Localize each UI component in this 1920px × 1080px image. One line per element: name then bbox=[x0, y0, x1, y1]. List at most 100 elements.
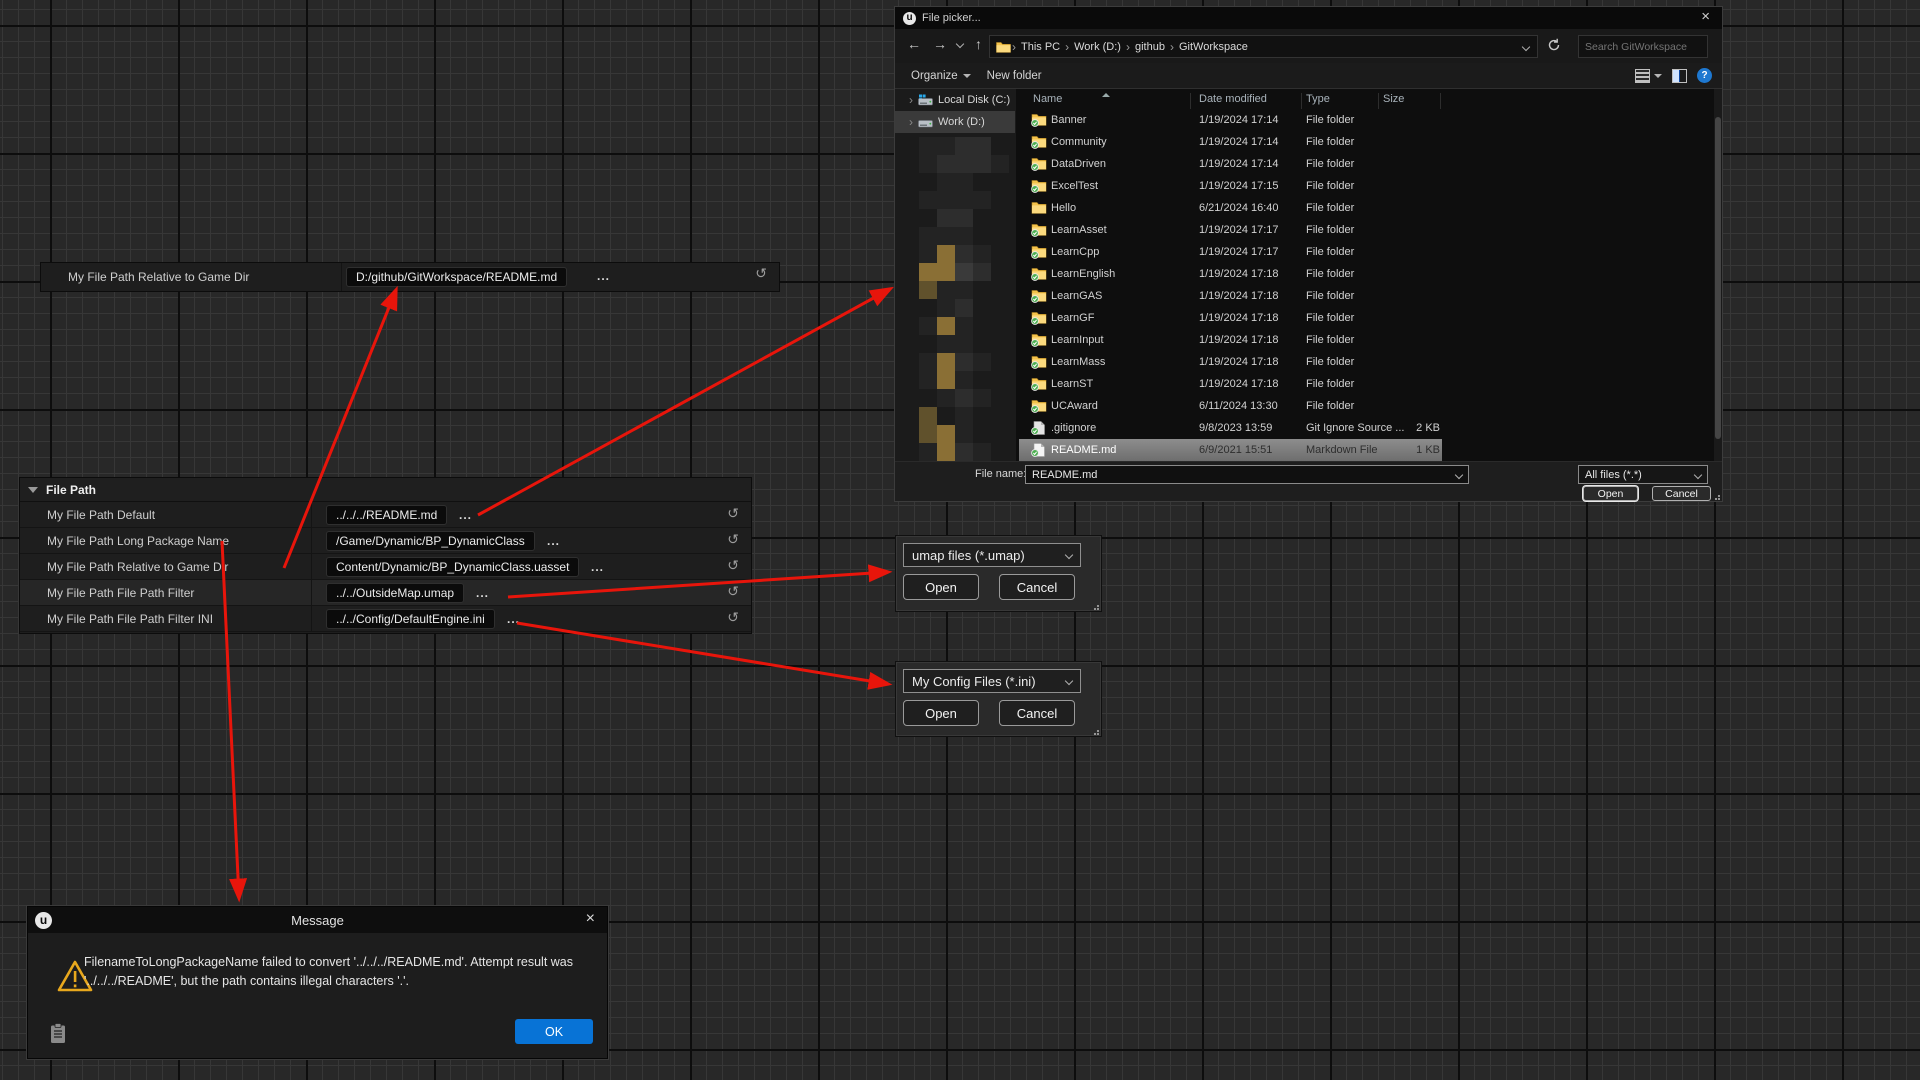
file-row[interactable]: DataDriven1/19/2024 17:14File folder bbox=[1019, 153, 1442, 175]
view-mode-button[interactable] bbox=[1635, 69, 1662, 83]
search-input[interactable] bbox=[1579, 41, 1726, 53]
property-value-field[interactable]: ../../OutsideMap.umap bbox=[326, 583, 464, 603]
file-row[interactable]: Banner1/19/2024 17:14File folder bbox=[1019, 109, 1442, 131]
resize-grip[interactable] bbox=[1712, 492, 1720, 500]
file-row[interactable]: LearnST1/19/2024 17:18File folder bbox=[1019, 373, 1442, 395]
folder-icon bbox=[1031, 135, 1047, 149]
file-row[interactable]: LearnAsset1/19/2024 17:17File folder bbox=[1019, 219, 1442, 241]
property-value-field[interactable]: ../../../README.md bbox=[326, 505, 447, 525]
ini-filter-select[interactable]: My Config Files (*.ini) bbox=[903, 669, 1081, 693]
new-folder-button[interactable]: New folder bbox=[987, 70, 1042, 82]
file-row[interactable]: UCAward6/11/2024 13:30File folder bbox=[1019, 395, 1442, 417]
open-button[interactable]: Open bbox=[1583, 486, 1638, 501]
search-box[interactable] bbox=[1578, 35, 1708, 58]
filter-dropdown-icon[interactable] bbox=[1694, 470, 1702, 478]
close-icon[interactable]: × bbox=[586, 910, 595, 928]
revert-icon[interactable]: ↺ bbox=[727, 533, 739, 547]
property-row[interactable]: My File Path File Path Filter INI../../C… bbox=[20, 606, 751, 632]
property-value-field[interactable]: /Game/Dynamic/BP_DynamicClass bbox=[326, 531, 535, 551]
property-label: My File Path Long Package Name bbox=[47, 534, 229, 548]
property-value-field[interactable]: ../../Config/DefaultEngine.ini bbox=[326, 609, 495, 629]
file-row[interactable]: Hello6/21/2024 16:40File folder bbox=[1019, 197, 1442, 219]
organize-menu[interactable]: Organize bbox=[911, 70, 971, 82]
file-row[interactable]: LearnMass1/19/2024 17:18File folder bbox=[1019, 351, 1442, 373]
property-row[interactable]: My File Path Relative to Game DirContent… bbox=[20, 554, 751, 580]
file-row[interactable]: README.md6/9/2021 15:51Markdown File1 KB bbox=[1019, 439, 1442, 461]
forward-icon[interactable]: → bbox=[933, 37, 947, 51]
resize-grip[interactable] bbox=[1091, 602, 1099, 610]
file-name-value: README.md bbox=[1032, 469, 1097, 481]
file-name-dropdown-icon[interactable] bbox=[1455, 470, 1463, 478]
sidebar-item-local-disk-c-[interactable]: ›Local Disk (C:) bbox=[895, 89, 1015, 111]
ok-button[interactable]: OK bbox=[515, 1019, 593, 1044]
file-row[interactable]: LearnCpp1/19/2024 17:17File folder bbox=[1019, 241, 1442, 263]
file-row[interactable]: LearnInput1/19/2024 17:18File folder bbox=[1019, 329, 1442, 351]
message-titlebar[interactable]: Message u × bbox=[28, 907, 607, 933]
copy-to-clipboard-icon[interactable] bbox=[50, 1023, 66, 1044]
file-row[interactable]: LearnEnglish1/19/2024 17:18File folder bbox=[1019, 263, 1442, 285]
file-type-filter-select[interactable]: All files (*.*) bbox=[1578, 465, 1708, 484]
list-view-icon bbox=[1635, 69, 1650, 83]
revert-icon[interactable]: ↺ bbox=[727, 611, 739, 625]
back-icon[interactable]: ← bbox=[907, 37, 921, 51]
breadcrumb-segment[interactable]: GitWorkspace bbox=[1175, 41, 1252, 53]
resize-grip[interactable] bbox=[1091, 727, 1099, 735]
file-row[interactable]: .gitignore9/8/2023 13:59Git Ignore Sourc… bbox=[1019, 417, 1442, 439]
browse-dots-button[interactable]: ... bbox=[547, 534, 560, 548]
breadcrumb-segment[interactable]: github bbox=[1131, 41, 1169, 53]
property-row[interactable]: My File Path Default../../../README.md..… bbox=[20, 502, 751, 528]
column-size[interactable]: Size bbox=[1383, 93, 1404, 105]
browse-dots-button[interactable]: ... bbox=[476, 586, 489, 600]
browse-dots-button[interactable]: ... bbox=[597, 269, 610, 283]
revert-icon[interactable]: ↺ bbox=[727, 559, 739, 573]
browse-dots-button[interactable]: ... bbox=[591, 560, 604, 574]
file-path-section-header[interactable]: File Path bbox=[20, 478, 751, 502]
column-date-modified[interactable]: Date modified bbox=[1199, 93, 1267, 105]
property-value-field[interactable]: Content/Dynamic/BP_DynamicClass.uasset bbox=[326, 557, 579, 577]
preview-pane-icon[interactable] bbox=[1672, 69, 1687, 83]
file-row[interactable]: LearnGAS1/19/2024 17:18File folder bbox=[1019, 285, 1442, 307]
browse-dots-button[interactable]: ... bbox=[459, 508, 472, 522]
file-row[interactable]: ExcelTest1/19/2024 17:15File folder bbox=[1019, 175, 1442, 197]
close-icon[interactable]: × bbox=[1701, 8, 1710, 25]
cancel-button[interactable]: Cancel bbox=[1652, 486, 1711, 501]
ini-cancel-button[interactable]: Cancel bbox=[999, 700, 1075, 726]
breadcrumb-segment[interactable]: Work (D:) bbox=[1070, 41, 1125, 53]
folder-icon bbox=[1031, 333, 1047, 347]
umap-filter-select[interactable]: umap files (*.umap) bbox=[903, 543, 1081, 567]
expand-chevron-icon[interactable]: › bbox=[909, 115, 913, 129]
browse-dots-button[interactable]: ... bbox=[507, 612, 520, 626]
column-name[interactable]: Name bbox=[1033, 93, 1062, 105]
expand-chevron-icon[interactable]: › bbox=[909, 93, 913, 107]
revert-icon[interactable]: ↺ bbox=[727, 507, 739, 521]
revert-icon[interactable]: ↺ bbox=[727, 585, 739, 599]
revert-icon[interactable]: ↺ bbox=[755, 267, 767, 281]
property-row[interactable]: My File Path Long Package Name/Game/Dyna… bbox=[20, 528, 751, 554]
column-type[interactable]: Type bbox=[1306, 93, 1330, 105]
unreal-logo-icon: u bbox=[903, 12, 916, 25]
picker-toolbar: Organize New folder ? bbox=[895, 63, 1722, 89]
property-row[interactable]: My File Path Relative to Game Dir D:/git… bbox=[41, 263, 779, 291]
column-divider bbox=[311, 502, 312, 527]
file-type: File folder bbox=[1306, 356, 1354, 368]
picker-titlebar[interactable]: u File picker... × bbox=[895, 7, 1722, 29]
file-row[interactable]: Community1/19/2024 17:14File folder bbox=[1019, 131, 1442, 153]
file-name-input[interactable]: README.md bbox=[1025, 465, 1469, 484]
scrollbar-thumb[interactable] bbox=[1715, 117, 1721, 439]
sidebar-item-work-d-[interactable]: ›Work (D:) bbox=[895, 111, 1015, 133]
refresh-icon[interactable] bbox=[1547, 38, 1561, 57]
scrollbar[interactable] bbox=[1714, 89, 1722, 461]
file-row[interactable]: LearnGF1/19/2024 17:18File folder bbox=[1019, 307, 1442, 329]
breadcrumb-dropdown-icon[interactable] bbox=[1522, 43, 1530, 51]
help-icon[interactable]: ? bbox=[1697, 68, 1712, 83]
property-value-field[interactable]: D:/github/GitWorkspace/README.md bbox=[346, 267, 567, 287]
umap-open-button[interactable]: Open bbox=[903, 574, 979, 600]
file-name: LearnGF bbox=[1051, 312, 1094, 324]
history-chevron-icon[interactable] bbox=[956, 40, 964, 48]
umap-cancel-button[interactable]: Cancel bbox=[999, 574, 1075, 600]
breadcrumb[interactable]: ›This PC›Work (D:)›github›GitWorkspace bbox=[989, 35, 1538, 58]
ini-open-button[interactable]: Open bbox=[903, 700, 979, 726]
breadcrumb-segment[interactable]: This PC bbox=[1017, 41, 1064, 53]
up-icon[interactable]: ↑ bbox=[975, 37, 982, 51]
property-row[interactable]: My File Path File Path Filter../../Outsi… bbox=[20, 580, 751, 606]
